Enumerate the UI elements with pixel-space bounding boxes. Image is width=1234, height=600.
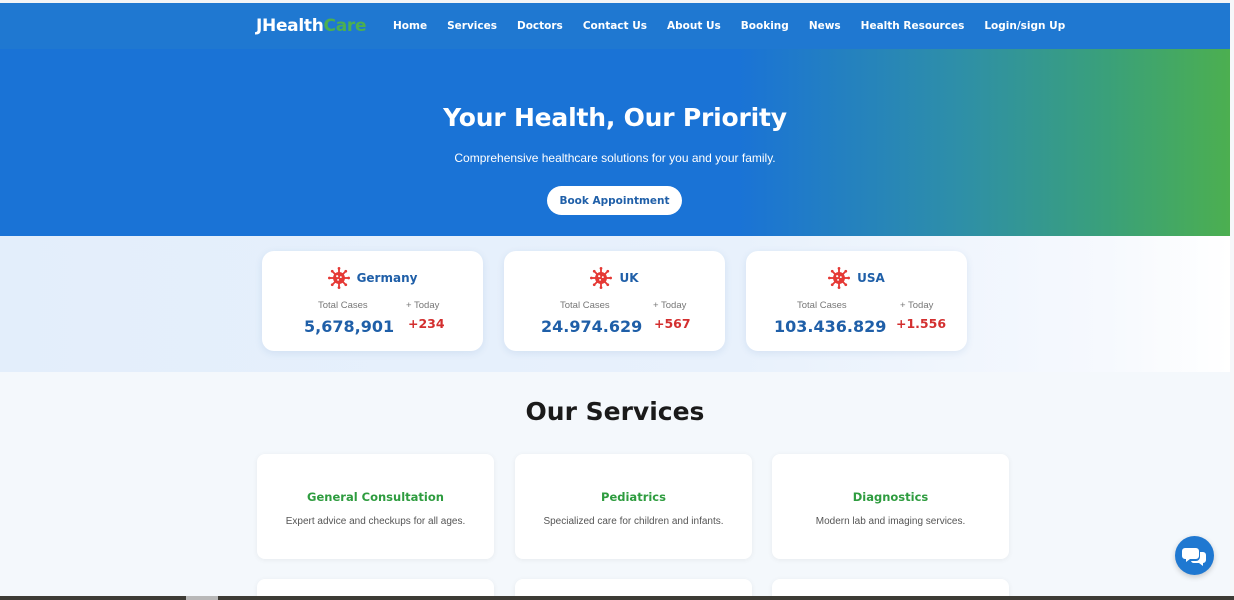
- total-cases-label: Total Cases: [797, 300, 847, 311]
- window-right-edge: [1230, 0, 1234, 600]
- virus-icon: [327, 267, 350, 289]
- nav-item-contact-us[interactable]: Contact Us: [583, 20, 647, 32]
- today-label: + Today: [406, 300, 440, 311]
- services-title: Our Services: [525, 397, 705, 426]
- stat-card-header: UK: [504, 267, 725, 289]
- total-cases-label: Total Cases: [560, 300, 610, 311]
- covid-stats-section: Germany Total Cases + Today 5,678,901 +2…: [0, 236, 1230, 372]
- virus-icon: [590, 267, 613, 289]
- today-label: + Today: [653, 300, 687, 311]
- nav-item-about-us[interactable]: About Us: [667, 20, 721, 32]
- stat-country: USA: [857, 271, 885, 285]
- today-cases-value: +234: [408, 316, 445, 331]
- virus-icon: [828, 267, 851, 289]
- nav-item-services[interactable]: Services: [447, 20, 497, 32]
- service-card-diagnostics[interactable]: Diagnostics Modern lab and imaging servi…: [772, 454, 1009, 559]
- nav-item-home[interactable]: Home: [393, 20, 427, 32]
- top-navbar: JHealthCare Home Services Doctors Contac…: [0, 3, 1230, 49]
- today-label: + Today: [900, 300, 934, 311]
- service-card-general-consultation[interactable]: General Consultation Expert advice and c…: [257, 454, 494, 559]
- today-cases-value: +567: [654, 316, 691, 331]
- brand-name-part2: Care: [323, 16, 367, 36]
- brand-name-part1: JHealth: [256, 16, 324, 36]
- total-cases-value: 103.436.829: [774, 317, 887, 336]
- stat-card-germany: Germany Total Cases + Today 5,678,901 +2…: [262, 251, 483, 351]
- hero-section: Your Health, Our Priority Comprehensive …: [0, 49, 1230, 236]
- page: JHealthCare Home Services Doctors Contac…: [0, 0, 1234, 600]
- chat-bubbles-icon: [1181, 547, 1206, 566]
- stat-card-uk: UK Total Cases + Today 24.974.629 +567: [504, 251, 725, 351]
- stat-country: Germany: [356, 271, 418, 285]
- service-title: General Consultation: [307, 490, 444, 504]
- total-cases-label: Total Cases: [318, 300, 368, 311]
- stat-card-usa: USA Total Cases + Today 103.436.829 +1.5…: [746, 251, 967, 351]
- services-section: Our Services General Consultation Expert…: [0, 372, 1230, 600]
- brand-logo[interactable]: JHealthCare: [256, 16, 366, 36]
- nav-item-doctors[interactable]: Doctors: [517, 20, 563, 32]
- service-description: Specialized care for children and infant…: [543, 516, 724, 527]
- total-cases-value: 5,678,901: [304, 317, 395, 336]
- total-cases-value: 24.974.629: [541, 317, 643, 336]
- nav-item-health-resources[interactable]: Health Resources: [861, 20, 965, 32]
- nav-links: Home Services Doctors Contact Us About U…: [383, 3, 1075, 49]
- service-card-pediatrics[interactable]: Pediatrics Specialized care for children…: [515, 454, 752, 559]
- hero-subtitle: Comprehensive healthcare solutions for y…: [454, 151, 776, 165]
- service-title: Diagnostics: [852, 490, 929, 504]
- bottom-scrollbar-thumb[interactable]: [186, 596, 218, 600]
- book-appointment-button[interactable]: Book Appointment: [547, 186, 682, 215]
- stat-card-header: USA: [746, 267, 967, 289]
- hero-title: Your Health, Our Priority: [443, 103, 787, 132]
- today-cases-value: +1.556: [896, 316, 947, 331]
- nav-item-news[interactable]: News: [809, 20, 841, 32]
- nav-item-login-signup[interactable]: Login/sign Up: [984, 20, 1065, 32]
- service-description: Modern lab and imaging services.: [815, 516, 966, 527]
- stat-country: UK: [619, 271, 639, 285]
- chat-button[interactable]: [1175, 536, 1214, 575]
- stat-card-header: Germany: [262, 267, 483, 289]
- nav-item-booking[interactable]: Booking: [741, 20, 789, 32]
- service-title: Pediatrics: [601, 490, 666, 504]
- service-description: Expert advice and checkups for all ages.: [285, 516, 466, 527]
